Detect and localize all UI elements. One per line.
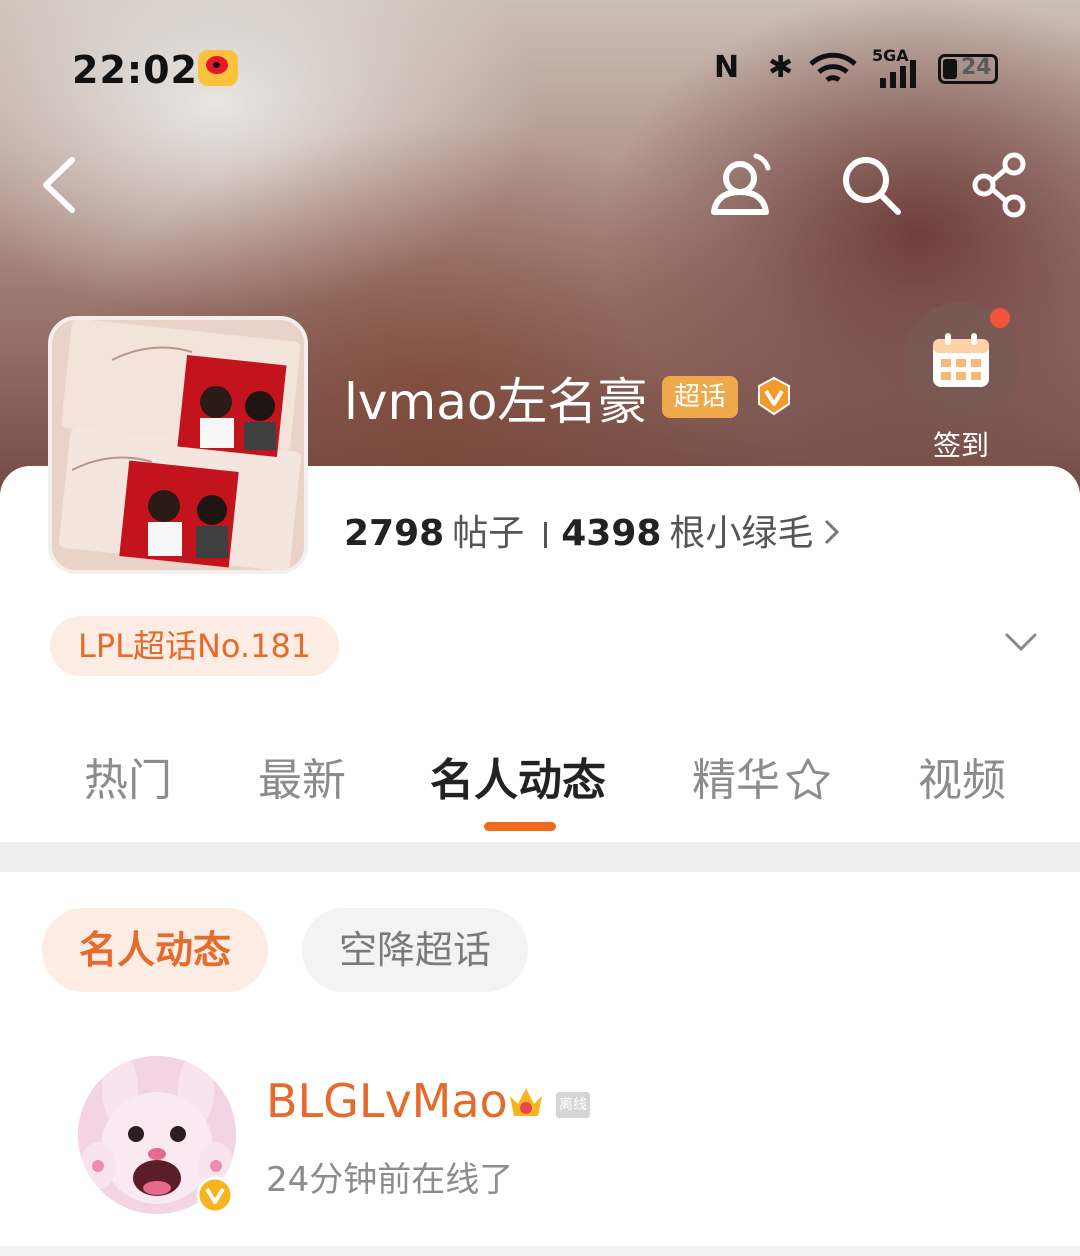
topic-stats[interactable]: 2798 帖子 4398 根小绿毛 [344,504,841,556]
v-badge-icon [758,376,790,416]
bluetooth-icon: ✱ [768,50,794,85]
tab-bar: 热门 最新 名人动态 精华 视频 [0,744,1080,824]
tab-featured-label: 精华 [692,755,780,806]
username[interactable]: BLGLvMao [266,1074,508,1128]
posts-count: 2798 [344,513,445,554]
active-tab-indicator [484,822,556,831]
filter-celebrity-pill[interactable]: 名人动态 [42,908,268,992]
checkin-label: 签到 [932,429,989,462]
crown-icon [510,1088,542,1116]
rank-badge[interactable]: LPL超话No.181 [50,616,340,676]
tab-celebrity[interactable]: 名人动态 [430,744,606,808]
fans-count: 4398 [561,513,662,554]
back-icon[interactable] [30,150,100,220]
chevron-down-icon[interactable] [1004,630,1038,654]
section-divider [0,842,1080,872]
search-icon[interactable] [836,150,906,220]
calendar-icon [933,333,989,387]
nfc-icon: N [714,50,740,85]
person-icon[interactable] [706,150,776,220]
share-icon[interactable] [966,150,1036,220]
chevron-right-icon [825,519,840,545]
battery-level: 24 [961,55,992,80]
weibo-app-icon [198,50,238,86]
tab-latest[interactable]: 最新 [258,744,346,808]
tab-video[interactable]: 视频 [918,744,1006,808]
verified-badge-icon [196,1176,234,1214]
wifi-icon [809,52,857,83]
bottom-divider [0,1246,1080,1256]
posts-unit: 帖子 [452,513,525,554]
tab-hot[interactable]: 热门 [84,744,172,808]
filter-airdrop-pill[interactable]: 空降超话 [302,908,528,992]
signal-icon [880,60,916,88]
battery-icon: 24 [938,54,998,84]
super-topic-badge: 超话 [662,376,739,418]
stats-divider [544,522,548,548]
topic-avatar[interactable] [48,316,308,574]
topic-title: lvmao左名豪 [344,373,648,431]
status-time: 22:02 [72,48,198,92]
fans-unit: 根小绿毛 [669,513,814,554]
notification-dot [990,308,1010,328]
tab-featured[interactable]: 精华 [692,744,832,808]
status-bar: 22:02 N ✱ 5GA 24 [0,44,1080,100]
star-icon [786,758,830,800]
online-status-text: 24分钟前在线了 [266,1160,514,1200]
status-badge: 离线 [556,1092,590,1118]
